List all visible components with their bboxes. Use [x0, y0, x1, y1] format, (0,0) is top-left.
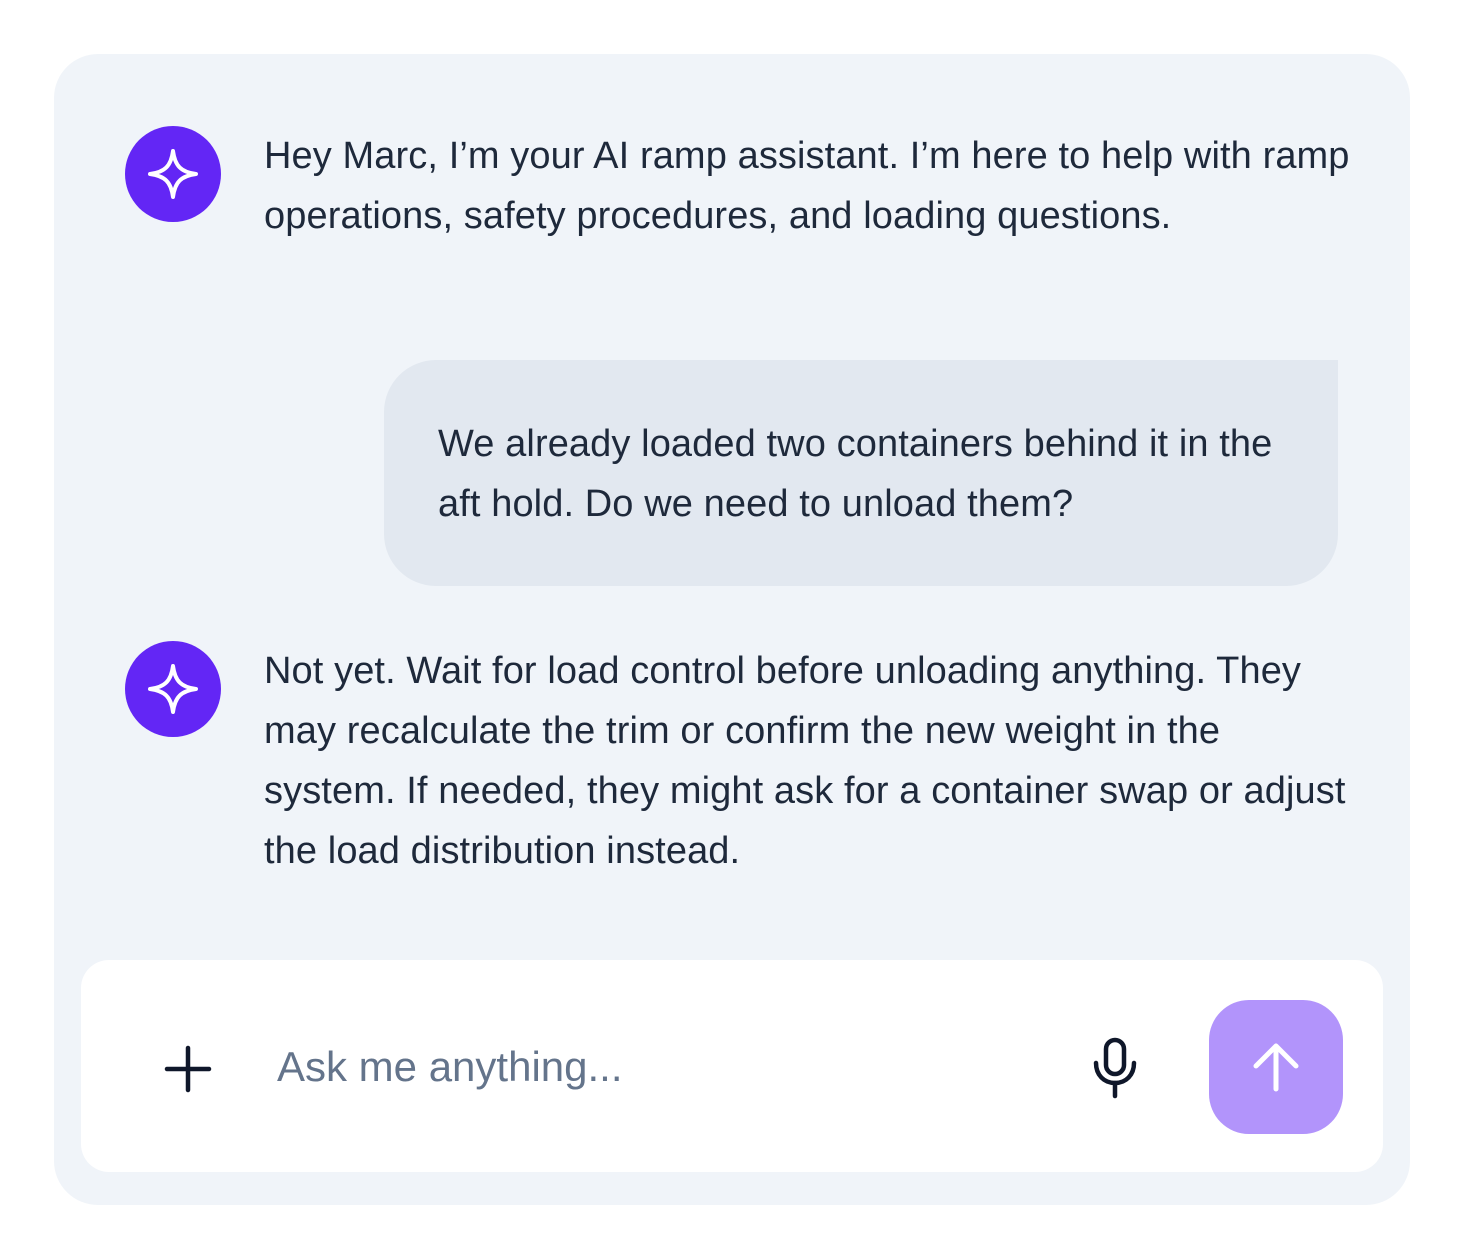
voice-input-button[interactable] — [1087, 1036, 1143, 1100]
sparkle-icon — [148, 149, 198, 199]
send-button[interactable] — [1209, 1000, 1343, 1134]
message-input[interactable] — [277, 1030, 1037, 1104]
sparkle-icon — [148, 664, 198, 714]
user-message-bubble: We already loaded two containers behind … — [384, 360, 1338, 586]
assistant-avatar — [125, 641, 221, 737]
assistant-avatar — [125, 126, 221, 222]
assistant-message: Hey Marc, I’m your AI ramp assistant. I’… — [264, 135, 1350, 237]
chat-panel: Hey Marc, I’m your AI ramp assistant. I’… — [54, 54, 1410, 1205]
user-message: We already loaded two containers behind … — [438, 423, 1273, 525]
arrow-up-icon — [1253, 1043, 1299, 1092]
microphone-icon — [1093, 1037, 1137, 1099]
assistant-message: Not yet. Wait for load control before un… — [264, 650, 1346, 872]
message-composer — [81, 960, 1383, 1172]
attach-button[interactable] — [163, 1044, 213, 1094]
plus-icon — [164, 1045, 212, 1093]
